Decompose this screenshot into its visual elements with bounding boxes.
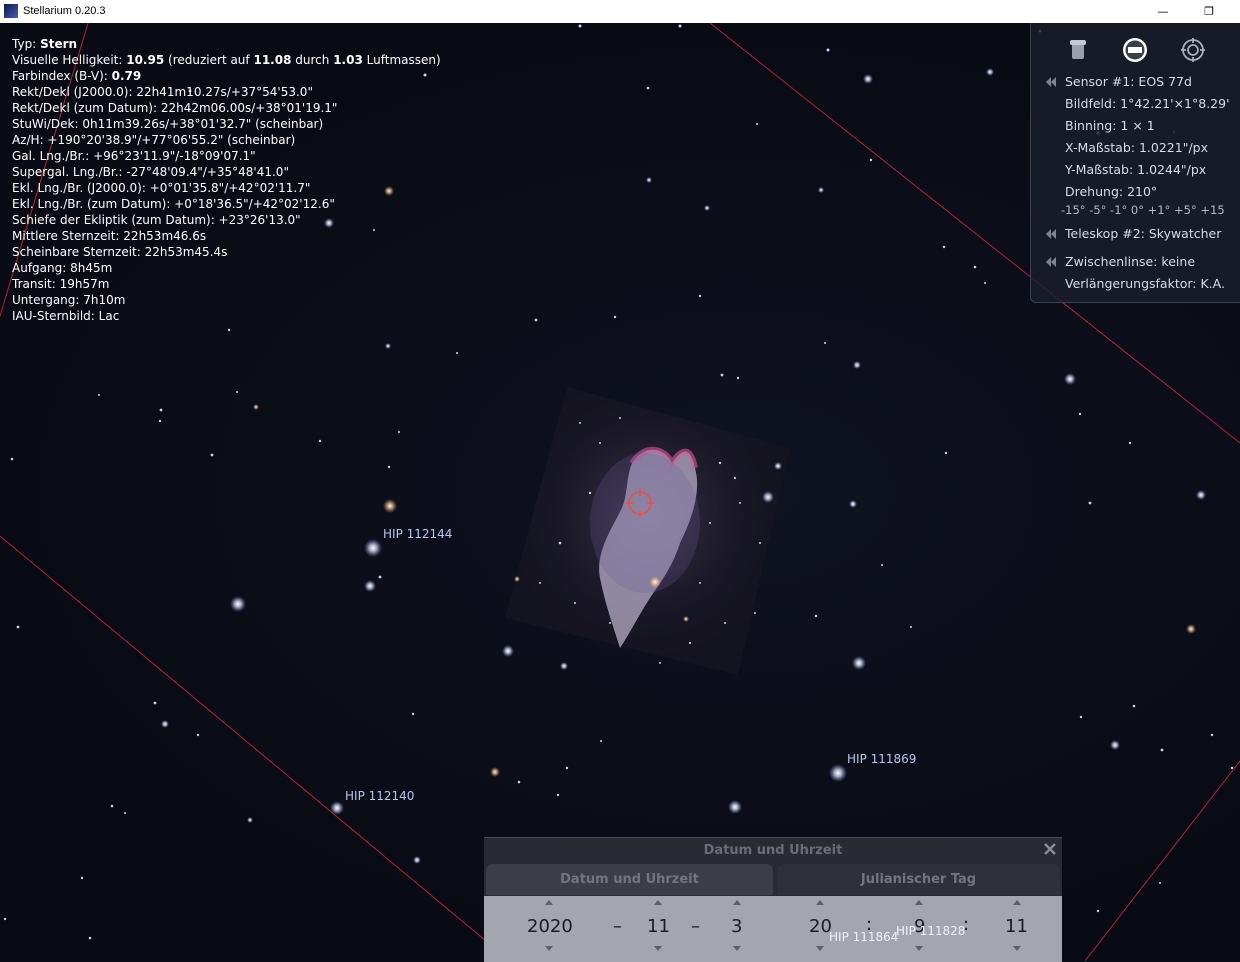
star-label-hip-112144[interactable]: HIP 112144 <box>383 527 452 541</box>
info-line: Supergal. Lng./Br.: -27°48'09.4"/+35°48'… <box>12 165 289 179</box>
year-down-arrow[interactable] <box>545 946 553 951</box>
info-line: StuWi/Dek: 0h11m39.26s/+38°01'32.7" (sch… <box>12 117 324 131</box>
restore-button[interactable]: ❐ <box>1186 0 1232 23</box>
star-label-hip-111828[interactable]: HIP 111828 <box>896 924 965 938</box>
info-line: Aufgang: 8h45m <box>12 261 113 275</box>
star-label-hip-112140[interactable]: HIP 112140 <box>345 789 414 803</box>
close-icon[interactable] <box>1042 841 1058 857</box>
tab-julian-day[interactable]: Julianischer Tag <box>777 864 1060 895</box>
sensor-prev-arrow-icon[interactable] <box>1045 76 1057 88</box>
info-line: Transit: 19h57m <box>12 277 110 291</box>
info-line: Rekt/Dekl (J2000.0): 22h41m10.27s/+37°54… <box>12 85 313 99</box>
second-down-arrow[interactable] <box>1013 946 1021 951</box>
telescope-prev-arrow-icon[interactable] <box>1045 228 1057 240</box>
lens-prev-arrow-icon[interactable] <box>1045 256 1057 268</box>
nebula-image <box>505 387 790 675</box>
star-label-hip-111864[interactable]: HIP 111864 <box>829 930 898 944</box>
info-line: Gal. Lng./Br.: +96°23'11.9"/-18°09'07.1" <box>12 149 256 163</box>
oculars-panel: Sensor #1: EOS 77d Bildfeld: 1°42.21'×1°… <box>1030 23 1240 303</box>
hour-down-arrow[interactable] <box>816 946 824 951</box>
date-time-dialog: Datum und Uhrzeit Datum und Uhrzeit Juli… <box>484 837 1062 962</box>
extension-factor: Verlängerungsfaktor: K.A. <box>1065 276 1225 291</box>
rotation-scale[interactable]: -15° -5° -1° 0° +1° +5° +15 <box>1061 203 1225 217</box>
info-line: Schiefe der Ekliptik (zum Datum): +23°26… <box>12 213 301 227</box>
y-scale: Y-Maßstab: 1.0244"/px <box>1065 162 1207 177</box>
minute-up-arrow[interactable] <box>915 900 923 905</box>
second-up-arrow[interactable] <box>1013 900 1021 905</box>
year-field[interactable]: 2020 <box>527 916 573 937</box>
day-field[interactable]: 3 <box>731 916 742 937</box>
info-line: Scheinbare Sternzeit: 22h53m45.4s <box>12 245 228 259</box>
month-down-arrow[interactable] <box>654 946 662 951</box>
dialog-title: Datum und Uhrzeit <box>703 843 843 858</box>
info-line: Untergang: 7h10m <box>12 293 126 307</box>
stellarium-app-icon <box>4 4 18 18</box>
field-of-view: Bildfeld: 1°42.21'×1°8.29' <box>1065 96 1230 111</box>
rotation: Drehung: 210° <box>1065 184 1158 199</box>
title-bar: Stellarium 0.20.3 — ❐ <box>0 0 1240 24</box>
date-separator: – <box>691 916 700 937</box>
date-separator: – <box>613 916 622 937</box>
window-title: Stellarium 0.20.3 <box>23 5 106 17</box>
x-scale: X-Maßstab: 1.0221"/px <box>1065 140 1208 155</box>
year-up-arrow[interactable] <box>545 900 553 905</box>
month-up-arrow[interactable] <box>654 900 662 905</box>
info-line: IAU-Sternbild: Lac <box>12 309 120 323</box>
star-label-hip-111869[interactable]: HIP 111869 <box>847 752 916 766</box>
info-line: Ekl. Lng./Br. (J2000.0): +0°01'35.8"/+42… <box>12 181 311 195</box>
second-field[interactable]: 11 <box>1005 916 1028 937</box>
day-up-arrow[interactable] <box>733 900 741 905</box>
tab-date-time[interactable]: Datum und Uhrzeit <box>486 864 773 895</box>
crosshair-icon[interactable] <box>1180 37 1206 63</box>
info-type-line: Typ: Stern <box>12 37 78 51</box>
info-line: Mittlere Sternzeit: 22h53m46.6s <box>12 229 207 243</box>
ccd-sensor-icon[interactable] <box>1122 37 1148 63</box>
lens-name: Zwischenlinse: keine <box>1065 254 1196 269</box>
info-line: Rekt/Dekl (zum Datum): 22h42m06.00s/+38°… <box>12 101 338 115</box>
sensor-name: Sensor #1: EOS 77d <box>1065 74 1192 89</box>
info-color-index-line: Farbindex (B-V): 0.79 <box>12 69 142 83</box>
object-info-panel: Typ: Stern Visuelle Helligkeit: 10.95 (r… <box>12 36 441 324</box>
hour-up-arrow[interactable] <box>816 900 824 905</box>
info-magnitude-line: Visuelle Helligkeit: 10.95 (reduziert au… <box>12 53 441 67</box>
binning: Binning: 1 × 1 <box>1065 118 1155 133</box>
day-down-arrow[interactable] <box>733 946 741 951</box>
minimize-button[interactable]: — <box>1140 0 1186 23</box>
minute-down-arrow[interactable] <box>915 946 923 951</box>
info-line: Az/H: +190°20'38.9"/+77°06'55.2" (schein… <box>12 133 296 147</box>
month-field[interactable]: 11 <box>647 916 670 937</box>
info-line: Ekl. Lng./Br. (zum Datum): +0°18'36.5"/+… <box>12 197 335 211</box>
telescope-icon[interactable] <box>1065 37 1091 63</box>
date-time-fields: 2020 – 11 – 3 20 : 9 : 11 HIP 111864 HIP… <box>484 896 1062 962</box>
telescope-name: Teleskop #2: Skywatcher <box>1065 226 1222 241</box>
